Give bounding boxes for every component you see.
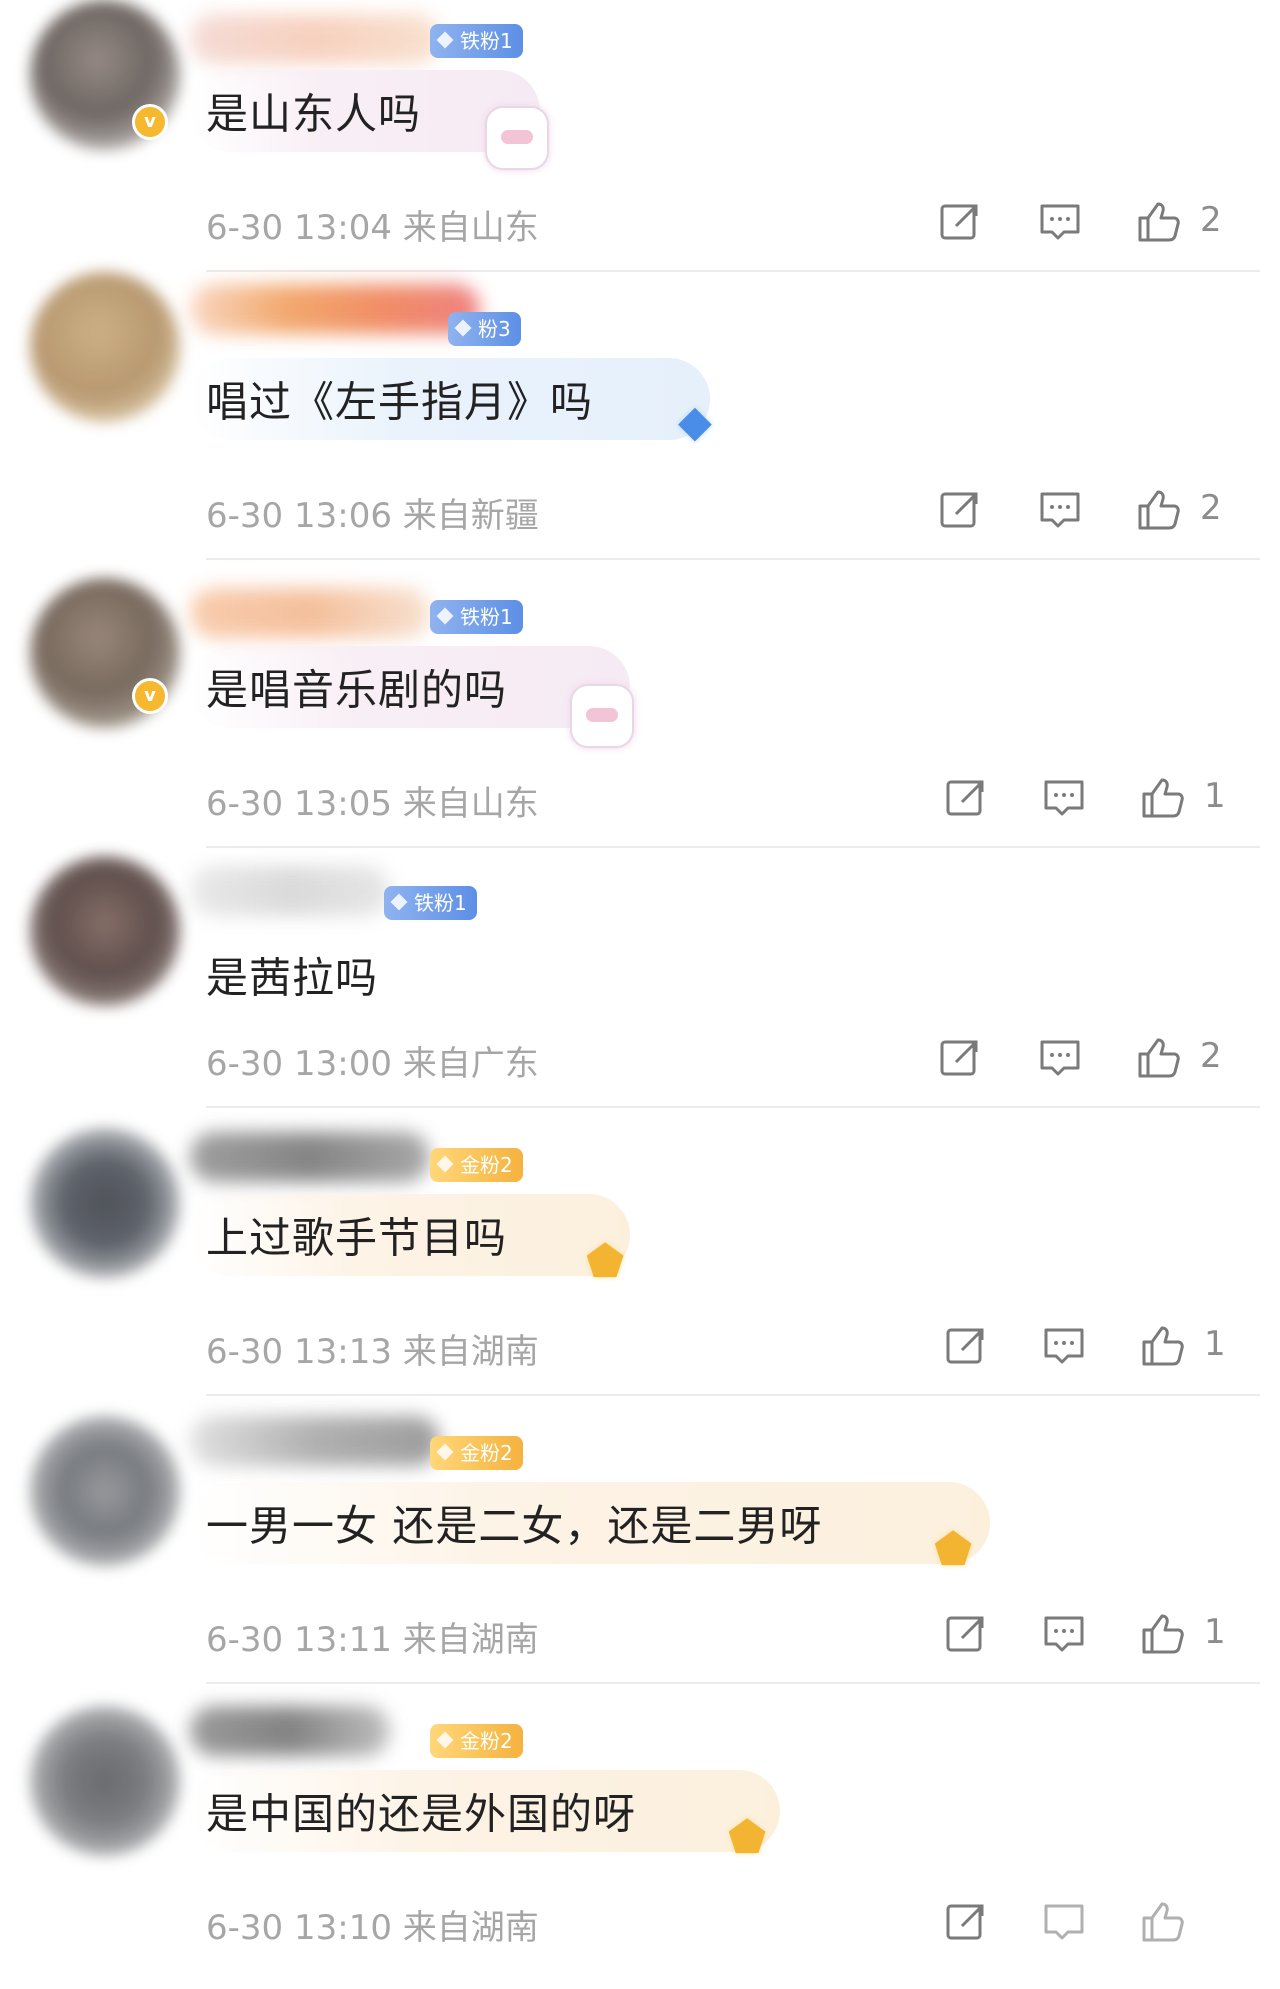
divider [206, 1106, 1260, 1108]
like-count: 2 [1200, 200, 1222, 240]
comment-actions: 2 [0, 486, 1280, 536]
gem-icon [436, 1731, 454, 1749]
share-icon[interactable] [942, 774, 990, 822]
bunny-gift-icon [485, 106, 549, 170]
username[interactable] [190, 588, 430, 638]
thumbs-up-icon[interactable] [1138, 1898, 1186, 1946]
fan-badge-label: 铁粉1 [460, 605, 513, 629]
username[interactable] [190, 14, 440, 64]
like-count: 1 [1204, 1612, 1226, 1652]
gem-icon [436, 1443, 454, 1461]
fan-badge[interactable]: 粉3 [448, 312, 521, 346]
thumbs-up-icon[interactable] [1134, 486, 1182, 534]
username[interactable] [190, 1416, 440, 1466]
comment-icon[interactable] [1040, 1898, 1088, 1946]
comment-text: 是山东人吗 [206, 89, 422, 139]
avatar[interactable] [30, 1128, 180, 1278]
share-icon[interactable] [936, 486, 984, 534]
verified-badge-icon: v [132, 678, 168, 714]
divider [206, 270, 1260, 272]
fan-badge-label: 铁粉1 [414, 891, 467, 915]
comment-actions: 1 [0, 774, 1280, 824]
gem-icon [390, 893, 408, 911]
gem-icon [436, 31, 454, 49]
thumbs-up-icon[interactable] [1138, 774, 1186, 822]
comment-actions: 1 [0, 1322, 1280, 1372]
comment-icon[interactable] [1036, 486, 1084, 534]
fan-badge-label: 金粉2 [460, 1153, 513, 1177]
avatar[interactable] [30, 1416, 180, 1566]
fan-badge-label: 粉3 [478, 317, 511, 341]
username[interactable] [190, 284, 480, 334]
comment-icon[interactable] [1040, 774, 1088, 822]
like-count: 2 [1200, 1036, 1222, 1076]
username[interactable] [190, 866, 390, 916]
verified-badge-icon: v [132, 104, 168, 140]
divider [206, 558, 1260, 560]
comment-bubble: 是茜拉吗 [190, 934, 490, 1016]
comment-actions: 2 [0, 198, 1280, 248]
comment-text: 是中国的还是外国的呀 [206, 1789, 637, 1839]
username[interactable] [190, 1706, 390, 1756]
comment-text: 上过歌手节目吗 [206, 1213, 508, 1263]
like-count: 1 [1204, 776, 1226, 816]
divider [206, 1682, 1260, 1684]
gold-medal-icon: ⬟ [728, 1812, 767, 1863]
avatar[interactable] [30, 856, 180, 1006]
avatar[interactable] [30, 1706, 180, 1856]
fan-badge[interactable]: 金粉2 [430, 1724, 523, 1758]
share-icon[interactable] [936, 1034, 984, 1082]
fan-badge[interactable]: 金粉2 [430, 1148, 523, 1182]
comment-text: 是唱音乐剧的吗 [206, 665, 508, 715]
comment-icon[interactable] [1036, 1034, 1084, 1082]
gem-icon [454, 319, 472, 337]
comment-icon[interactable] [1040, 1322, 1088, 1370]
comment-bubble: 是中国的还是外国的呀 [190, 1770, 780, 1852]
comment-actions: 1 [0, 1610, 1280, 1660]
gem-icon [436, 1155, 454, 1173]
comment-bubble: 唱过《左手指月》吗 [190, 358, 710, 440]
comment-bubble: 是唱音乐剧的吗 [190, 646, 630, 728]
divider [206, 1394, 1260, 1396]
comment-list: v 铁粉1 是山东人吗 6-30 13:04 来自山东 2 粉3 唱过《左手指月… [0, 0, 1280, 1989]
thumbs-up-icon[interactable] [1138, 1610, 1186, 1658]
divider [206, 846, 1260, 848]
bunny-gift-icon [570, 684, 634, 748]
fan-badge-label: 金粉2 [460, 1729, 513, 1753]
like-count: 1 [1204, 1324, 1226, 1364]
comment-bubble: 上过歌手节目吗 [190, 1194, 630, 1276]
blue-gem-icon: ◆ [678, 396, 712, 447]
thumbs-up-icon[interactable] [1138, 1322, 1186, 1370]
fan-badge-label: 铁粉1 [460, 29, 513, 53]
username[interactable] [190, 1132, 430, 1182]
thumbs-up-icon[interactable] [1134, 1034, 1182, 1082]
gem-icon [436, 607, 454, 625]
avatar[interactable] [30, 272, 180, 422]
comment-bubble: 一男一女 还是二女，还是二男呀 [190, 1482, 990, 1564]
thumbs-up-icon[interactable] [1134, 198, 1182, 246]
fan-badge[interactable]: 金粉2 [430, 1436, 523, 1470]
gold-medal-icon: ⬟ [586, 1236, 625, 1287]
share-icon[interactable] [942, 1898, 990, 1946]
share-icon[interactable] [942, 1610, 990, 1658]
comment-icon[interactable] [1040, 1610, 1088, 1658]
comment-text: 是茜拉吗 [206, 953, 379, 1003]
comment-actions [0, 1898, 1280, 1948]
comment-icon[interactable] [1036, 198, 1084, 246]
fan-badge[interactable]: 铁粉1 [430, 600, 523, 634]
fan-badge[interactable]: 铁粉1 [384, 886, 477, 920]
comment-actions: 2 [0, 1034, 1280, 1084]
comment-text: 唱过《左手指月》吗 [206, 377, 594, 427]
fan-badge[interactable]: 铁粉1 [430, 24, 523, 58]
gold-medal-icon: ⬟ [934, 1524, 973, 1575]
share-icon[interactable] [942, 1322, 990, 1370]
comment-text: 一男一女 还是二女，还是二男呀 [206, 1501, 823, 1551]
share-icon[interactable] [936, 198, 984, 246]
like-count: 2 [1200, 488, 1222, 528]
fan-badge-label: 金粉2 [460, 1441, 513, 1465]
